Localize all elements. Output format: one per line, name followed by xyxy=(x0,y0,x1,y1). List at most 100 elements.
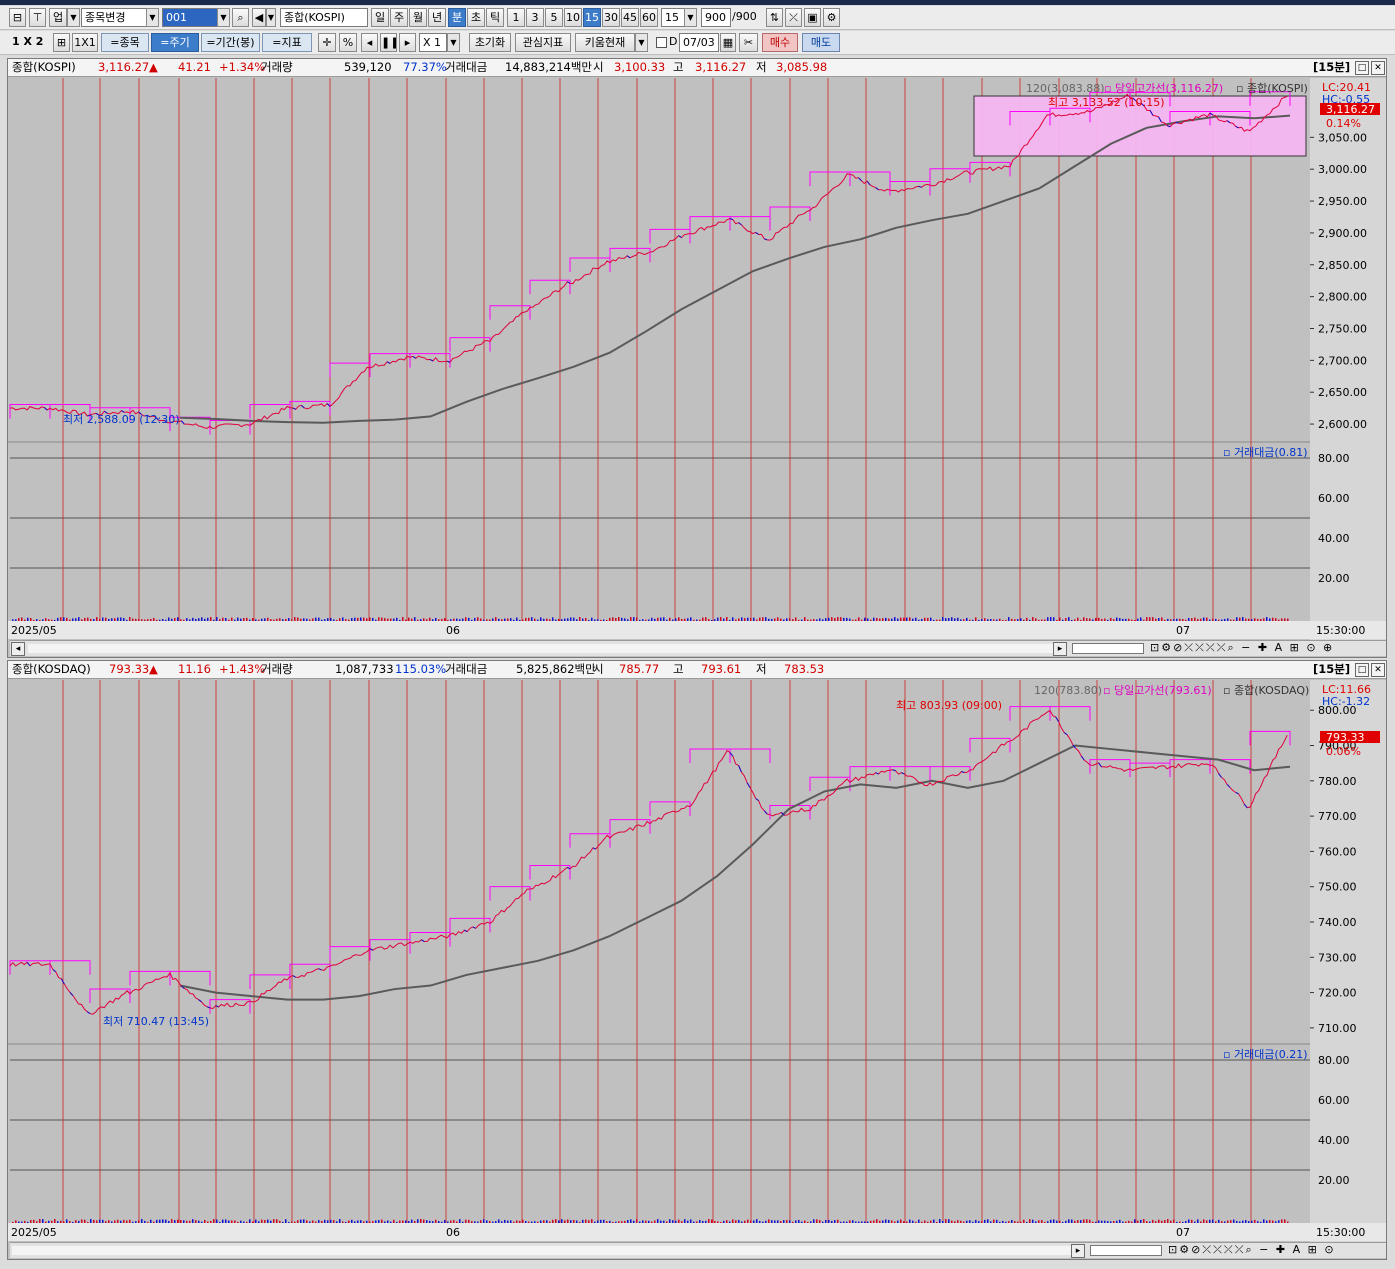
maximize-icon[interactable]: □ xyxy=(1355,663,1369,677)
volume-bar xyxy=(1275,618,1277,621)
volume-bar xyxy=(1050,1219,1052,1223)
close-icon[interactable]: ✕ xyxy=(1371,663,1385,677)
watch-indicator-button[interactable]: 관심지표 xyxy=(515,33,571,52)
screen-icon[interactable]: ⊟ xyxy=(9,8,26,27)
minute-60-button[interactable]: 60 xyxy=(640,8,658,27)
zoom-dropdown-icon[interactable]: ▼ xyxy=(447,33,460,52)
period-day-button[interactable]: 일 xyxy=(371,8,389,27)
kiwoom-current-button[interactable]: 키움현재 xyxy=(575,33,635,52)
scissors-icon[interactable]: ✂ xyxy=(739,33,758,52)
buy-button[interactable]: 매수 xyxy=(762,33,798,52)
chart-tools-icons[interactable]: ⊡⚙⊘⤫⤫⤫⤫⌕ − ✚ A ⊞ ⊙ xyxy=(1168,1243,1336,1257)
close-icon[interactable]: ✕ xyxy=(1371,61,1385,75)
minute-5-button[interactable]: 5 xyxy=(545,8,563,27)
volume-bar xyxy=(429,617,431,621)
period-tick-button[interactable]: 틱 xyxy=(486,8,504,27)
period-year-button[interactable]: 년 xyxy=(428,8,446,27)
volume-bar xyxy=(99,619,101,621)
minute-15-button[interactable]: 15 xyxy=(583,8,601,27)
minute-10-button[interactable]: 10 xyxy=(564,8,582,27)
volume-bar xyxy=(237,617,239,621)
volume-bar xyxy=(609,617,611,621)
volume-bar xyxy=(423,618,425,621)
minute-dropdown-icon[interactable]: ▼ xyxy=(684,8,697,27)
scroll-thumb[interactable] xyxy=(1072,643,1144,654)
volume-bar xyxy=(279,1220,281,1223)
volume-bar xyxy=(489,619,491,621)
period-month-button[interactable]: 월 xyxy=(409,8,427,27)
date-input[interactable]: 07/03 xyxy=(679,33,719,52)
save-icon[interactable]: ▣ xyxy=(804,8,821,27)
volume-bar xyxy=(810,1221,812,1223)
scroll-track[interactable] xyxy=(12,1246,1072,1255)
speaker-icon[interactable]: ◀ xyxy=(252,8,266,27)
stock-change-dropdown-icon[interactable]: ▼ xyxy=(146,8,159,27)
volume-bar xyxy=(645,619,647,621)
volume-bar xyxy=(537,619,539,621)
volume-bar xyxy=(786,618,788,621)
pin-icon[interactable]: ⊤ xyxy=(29,8,46,27)
prev-icon[interactable]: ◂ xyxy=(361,33,378,52)
minute-30-button[interactable]: 30 xyxy=(602,8,620,27)
scroll-thumb[interactable] xyxy=(1090,1245,1162,1256)
period-second-button[interactable]: 초 xyxy=(467,8,485,27)
grid-icon[interactable]: ⊞ xyxy=(53,33,70,52)
period-week-button[interactable]: 주 xyxy=(390,8,408,27)
volume-bar xyxy=(114,1220,116,1223)
minute-3-button[interactable]: 3 xyxy=(526,8,544,27)
period-link-button[interactable]: =주기 xyxy=(151,33,199,52)
sell-button[interactable]: 매도 xyxy=(802,33,840,52)
minute-1-button[interactable]: 1 xyxy=(507,8,525,27)
scroll-right-icon[interactable]: ▸ xyxy=(1053,642,1067,656)
volume-bar xyxy=(831,1220,833,1223)
volume-bar xyxy=(246,617,248,621)
kospi-chart-canvas[interactable]: 3,050.00 3,000.00 2,950.00 2,900.00 2,850.00… xyxy=(8,78,1386,641)
volume-bar xyxy=(171,618,173,621)
d-checkbox[interactable] xyxy=(656,37,667,48)
candle-icon[interactable]: ⇅ xyxy=(766,8,783,27)
kiwoom-dropdown-icon[interactable]: ▼ xyxy=(635,33,648,52)
volume-bar xyxy=(405,1220,407,1223)
volume-bar xyxy=(87,1221,89,1223)
indicator-link-button[interactable]: =지표 xyxy=(262,33,312,52)
scroll-right-icon[interactable]: ▸ xyxy=(1071,1244,1085,1258)
count-input[interactable]: 900 xyxy=(701,8,731,27)
line-tool-icon[interactable]: ⤫ xyxy=(785,8,802,27)
kosdaq-scrollbar[interactable]: ▸ ⊡⚙⊘⤫⤫⤫⤫⌕ − ✚ A ⊞ ⊙ xyxy=(10,1242,1386,1258)
crosshair-icon[interactable]: ✛ xyxy=(318,33,336,52)
code-input[interactable]: 001 xyxy=(162,8,218,27)
stock-change-select[interactable]: 종목변경 xyxy=(81,8,147,27)
gear-icon[interactable]: ⚙ xyxy=(823,8,840,27)
minute-select[interactable]: 15 xyxy=(661,8,685,27)
volume-bar xyxy=(330,617,332,621)
volume-bar xyxy=(846,1221,848,1223)
next-icon[interactable]: ▸ xyxy=(399,33,416,52)
zoom-select[interactable]: X 1 xyxy=(419,33,447,52)
maximize-icon[interactable]: □ xyxy=(1355,61,1369,75)
volume-bar xyxy=(159,1219,161,1223)
chart-tools-icons[interactable]: ⊡⚙⊘⤫⤫⤫⤫⌕ − ✚ A ⊞ ⊙ ⊕ xyxy=(1150,641,1334,655)
layout-label[interactable]: 1 X 2 xyxy=(12,35,43,48)
period-minute-button[interactable]: 분 xyxy=(448,8,466,27)
y-tick-label: 2,900.00 xyxy=(1318,227,1367,240)
search-icon[interactable]: ⌕ xyxy=(232,8,249,27)
volume-bar xyxy=(1023,619,1025,621)
y-tick-label: 750.00 xyxy=(1318,881,1357,894)
layout-1x1-button[interactable]: 1X1 xyxy=(72,33,98,52)
kosdaq-chart-canvas[interactable]: 800.00790.00780.00770.00760.00750.00740.… xyxy=(8,680,1386,1243)
calendar-icon[interactable]: ▦ xyxy=(720,33,736,52)
scroll-left-icon[interactable]: ◂ xyxy=(11,642,25,656)
reset-button[interactable]: 초기화 xyxy=(469,33,511,52)
speaker-dropdown-icon[interactable]: ▼ xyxy=(266,8,276,27)
market-type-select[interactable]: 업 xyxy=(49,8,67,27)
pause-icon[interactable]: ❚❚ xyxy=(380,33,397,52)
minute-45-button[interactable]: 45 xyxy=(621,8,639,27)
volume-bar xyxy=(960,1220,962,1223)
kospi-scrollbar[interactable]: ◂ ▸ ⊡⚙⊘⤫⤫⤫⤫⌕ − ✚ A ⊞ ⊙ ⊕ xyxy=(10,640,1386,656)
code-dropdown-icon[interactable]: ▼ xyxy=(217,8,230,27)
percent-button[interactable]: % xyxy=(339,33,357,52)
range-link-button[interactable]: =기간(봉) xyxy=(201,33,260,52)
market-dropdown-icon[interactable]: ▼ xyxy=(67,8,80,27)
stock-link-button[interactable]: =종목 xyxy=(101,33,149,52)
scroll-track[interactable] xyxy=(28,644,1058,653)
